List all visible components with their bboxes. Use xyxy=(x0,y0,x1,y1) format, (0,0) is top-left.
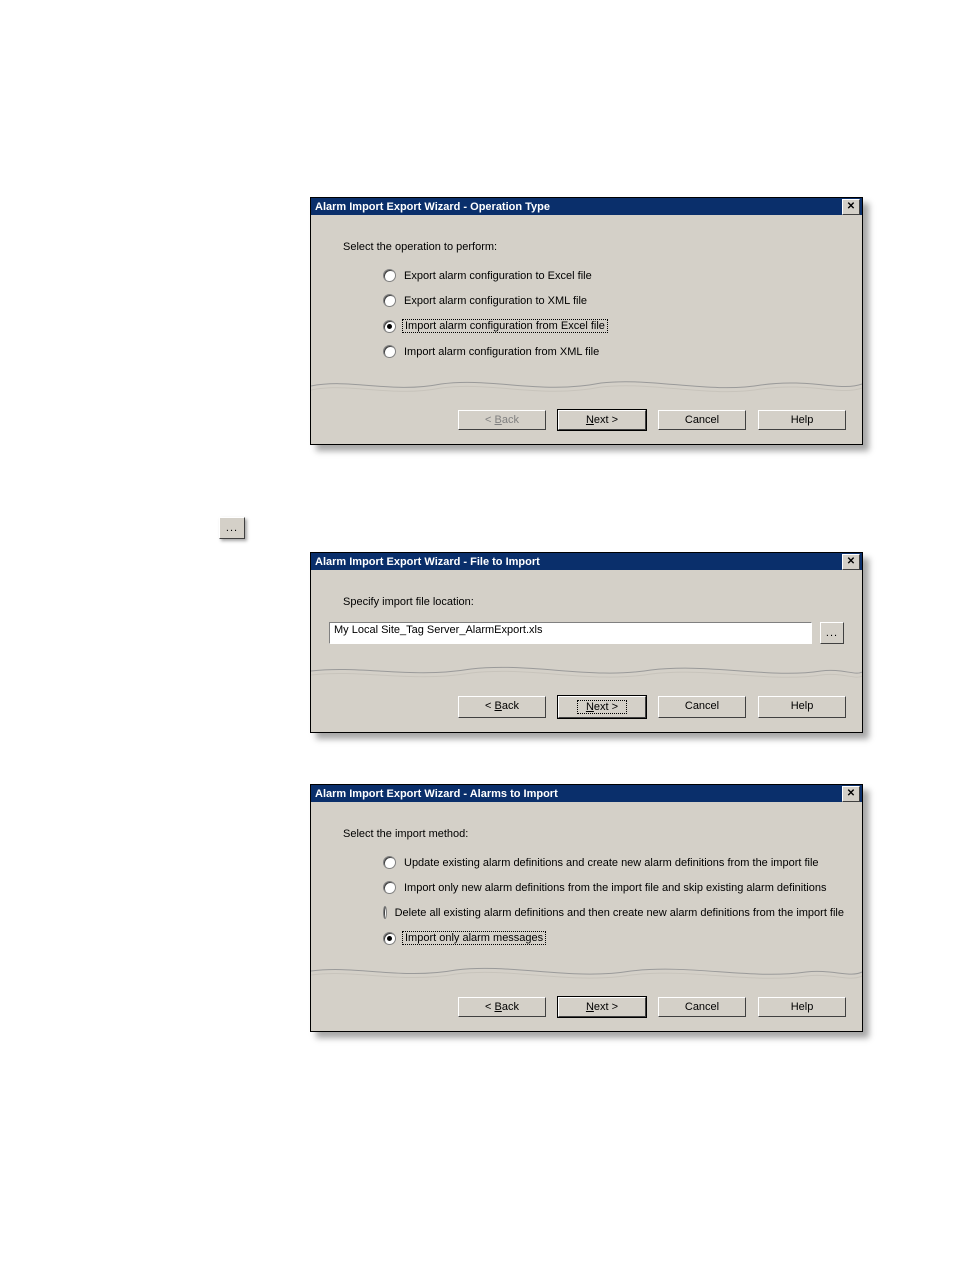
back-button: < Back xyxy=(458,410,546,430)
radio-group-operation: Export alarm configuration to Excel file… xyxy=(383,269,844,358)
cancel-button[interactable]: Cancel xyxy=(658,696,746,718)
dialog-body: Select the operation to perform: Export … xyxy=(311,215,862,358)
radio-delete-all[interactable]: Delete all existing alarm definitions an… xyxy=(383,906,844,919)
radio-export-excel[interactable]: Export alarm configuration to Excel file xyxy=(383,269,844,282)
help-button[interactable]: Help xyxy=(758,997,846,1017)
close-icon: ✕ xyxy=(847,202,855,212)
ellipsis-icon: ... xyxy=(226,522,238,534)
next-button[interactable]: Next > xyxy=(558,410,646,430)
radio-label: Import only new alarm definitions from t… xyxy=(404,882,826,894)
file-path-input[interactable]: My Local Site_Tag Server_AlarmExport.xls xyxy=(329,622,812,644)
radio-group-import-method: Update existing alarm definitions and cr… xyxy=(383,856,844,945)
window-title: Alarm Import Export Wizard - Alarms to I… xyxy=(315,788,558,800)
radio-icon xyxy=(383,345,396,358)
window-title: Alarm Import Export Wizard - File to Imp… xyxy=(315,556,540,568)
cancel-label: Cancel xyxy=(685,700,719,712)
prompt-text: Specify import file location: xyxy=(343,596,844,608)
cancel-label: Cancel xyxy=(685,1001,719,1013)
radio-label: Export alarm configuration to Excel file xyxy=(404,270,592,282)
help-label: Help xyxy=(791,700,814,712)
button-strip: < Back Next > Cancel Help xyxy=(311,987,862,1031)
radio-import-xml[interactable]: Import alarm configuration from XML file xyxy=(383,345,844,358)
help-button[interactable]: Help xyxy=(758,696,846,718)
radio-update-existing[interactable]: Update existing alarm definitions and cr… xyxy=(383,856,844,869)
file-row: My Local Site_Tag Server_AlarmExport.xls… xyxy=(329,622,844,644)
browse-button[interactable]: ... xyxy=(820,622,844,644)
button-strip: < Back Next > Cancel Help xyxy=(311,400,862,444)
dialog-alarms-to-import: Alarm Import Export Wizard - Alarms to I… xyxy=(310,784,863,1032)
close-icon: ✕ xyxy=(847,789,855,799)
close-button[interactable]: ✕ xyxy=(842,786,860,802)
prompt-text: Select the import method: xyxy=(343,828,844,840)
close-icon: ✕ xyxy=(847,557,855,567)
torn-edge xyxy=(311,370,862,400)
help-label: Help xyxy=(791,1001,814,1013)
window-title: Alarm Import Export Wizard - Operation T… xyxy=(315,201,550,213)
radio-label: Import alarm configuration from XML file xyxy=(404,346,599,358)
radio-icon xyxy=(383,269,396,282)
close-button[interactable]: ✕ xyxy=(842,554,860,570)
radio-icon xyxy=(383,906,387,919)
browse-button-inline[interactable]: ... xyxy=(219,517,245,539)
radio-label: Delete all existing alarm definitions an… xyxy=(395,907,844,919)
next-button[interactable]: Next > xyxy=(558,997,646,1017)
titlebar[interactable]: Alarm Import Export Wizard - Alarms to I… xyxy=(311,785,862,802)
radio-import-excel[interactable]: Import alarm configuration from Excel fi… xyxy=(383,319,844,333)
radio-icon xyxy=(383,294,396,307)
torn-edge xyxy=(311,656,862,686)
radio-import-messages[interactable]: Import only alarm messages xyxy=(383,931,844,945)
document-page: Alarm Import Export Wizard - Operation T… xyxy=(0,0,954,160)
radio-label: Import alarm configuration from Excel fi… xyxy=(402,319,608,333)
back-button[interactable]: < Back xyxy=(458,997,546,1017)
titlebar[interactable]: Alarm Import Export Wizard - File to Imp… xyxy=(311,553,862,570)
cancel-label: Cancel xyxy=(685,414,719,426)
radio-icon xyxy=(383,881,396,894)
help-button[interactable]: Help xyxy=(758,410,846,430)
radio-label: Update existing alarm definitions and cr… xyxy=(404,857,819,869)
radio-export-xml[interactable]: Export alarm configuration to XML file xyxy=(383,294,844,307)
ellipsis-icon: ... xyxy=(826,627,838,639)
dialog-file-to-import: Alarm Import Export Wizard - File to Imp… xyxy=(310,552,863,733)
file-path-value: My Local Site_Tag Server_AlarmExport.xls xyxy=(334,624,542,636)
radio-icon xyxy=(383,932,396,945)
dialog-body: Select the import method: Update existin… xyxy=(311,802,862,945)
cancel-button[interactable]: Cancel xyxy=(658,997,746,1017)
torn-edge xyxy=(311,957,862,987)
titlebar[interactable]: Alarm Import Export Wizard - Operation T… xyxy=(311,198,862,215)
close-button[interactable]: ✕ xyxy=(842,199,860,215)
dialog-operation-type: Alarm Import Export Wizard - Operation T… xyxy=(310,197,863,445)
cancel-button[interactable]: Cancel xyxy=(658,410,746,430)
radio-icon xyxy=(383,320,396,333)
next-button[interactable]: Next > xyxy=(558,696,646,718)
back-button[interactable]: < Back xyxy=(458,696,546,718)
prompt-text: Select the operation to perform: xyxy=(343,241,844,253)
help-label: Help xyxy=(791,414,814,426)
radio-import-only-new[interactable]: Import only new alarm definitions from t… xyxy=(383,881,844,894)
radio-label: Import only alarm messages xyxy=(402,931,546,945)
radio-icon xyxy=(383,856,396,869)
radio-label: Export alarm configuration to XML file xyxy=(404,295,587,307)
button-strip: < Back Next > Cancel Help xyxy=(311,686,862,732)
